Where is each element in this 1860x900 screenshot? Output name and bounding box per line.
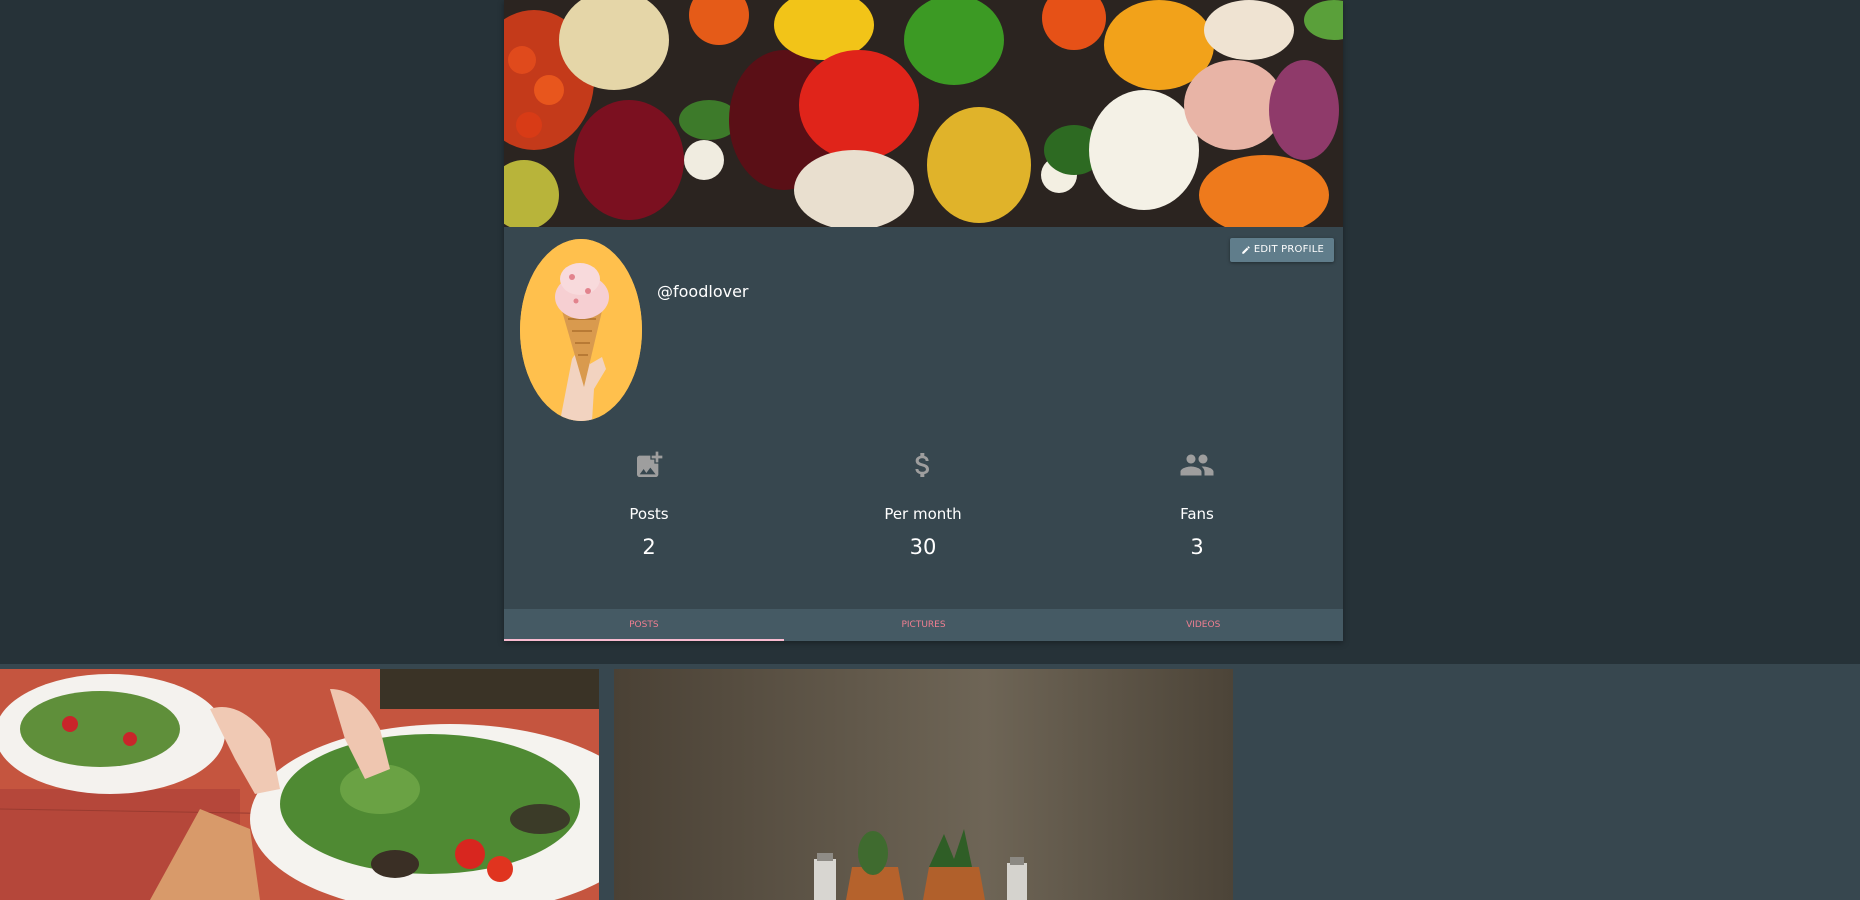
stats-row: Posts 2 Per month 30 Fans 3 (504, 445, 1343, 575)
post-image-plants[interactable] (614, 669, 1233, 900)
group-icon (1097, 445, 1297, 485)
tab-bar: POSTS PICTURES VIDEOS (504, 609, 1343, 641)
cover-photo (504, 0, 1343, 227)
stat-label: Per month (884, 505, 962, 523)
tab-pictures[interactable]: PICTURES (784, 609, 1064, 641)
pencil-icon (1241, 245, 1251, 255)
image-icon (549, 445, 749, 485)
page: EDIT PROFILE @foodlover Posts 2 Per mont… (0, 0, 1860, 900)
edit-profile-button[interactable]: EDIT PROFILE (1229, 238, 1334, 262)
stat-value: 30 (909, 535, 937, 559)
stat-value: 3 (1190, 535, 1204, 559)
stat-label: Fans (1180, 505, 1214, 523)
avatar[interactable] (520, 239, 642, 421)
stat-value: 2 (642, 535, 656, 559)
stat-fans: Fans 3 (1097, 445, 1297, 559)
post-feed (0, 664, 1860, 900)
stat-label: Posts (629, 505, 669, 523)
tab-videos[interactable]: VIDEOS (1063, 609, 1343, 641)
dollar-icon (823, 445, 1023, 485)
profile-card: EDIT PROFILE @foodlover Posts 2 Per mont… (504, 0, 1343, 641)
username: @foodlover (657, 282, 749, 301)
edit-profile-label: EDIT PROFILE (1253, 244, 1324, 255)
stat-posts: Posts 2 (549, 445, 749, 559)
stat-per-month: Per month 30 (823, 445, 1023, 559)
tab-posts[interactable]: POSTS (504, 609, 784, 641)
post-image-salad[interactable] (0, 669, 599, 900)
